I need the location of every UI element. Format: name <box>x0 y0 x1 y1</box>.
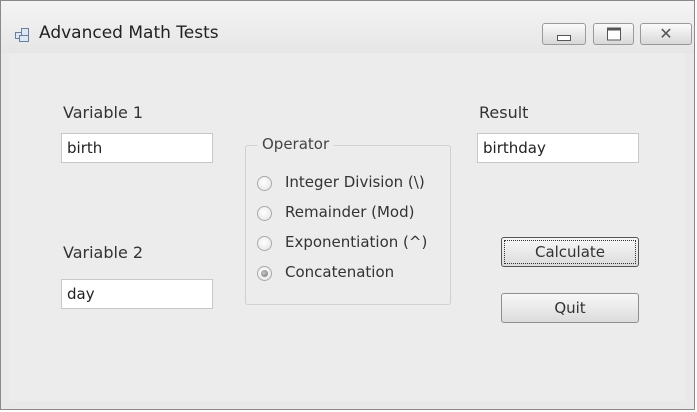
variable1-input[interactable]: birth <box>61 133 213 163</box>
variable2-input[interactable]: day <box>61 279 213 309</box>
title-bar[interactable]: Advanced Math Tests ✕ <box>1 1 694 53</box>
radio-button[interactable] <box>257 206 272 221</box>
radio-button[interactable] <box>257 236 272 251</box>
minimize-icon <box>557 35 571 41</box>
radio-label: Remainder (Mod) <box>285 203 415 221</box>
quit-button-label: Quit <box>554 299 586 317</box>
form-client-area: Variable 1 birth Variable 2 day Result b… <box>9 53 686 401</box>
radio-button-selected[interactable] <box>257 266 272 281</box>
focus-ring <box>504 240 636 264</box>
maximize-icon <box>606 27 621 41</box>
operator-groupbox <box>245 145 451 305</box>
operator-legend: Operator <box>257 135 335 153</box>
result-label: Result <box>479 103 529 122</box>
calculate-button[interactable]: Calculate <box>501 237 639 267</box>
minimize-button[interactable] <box>542 23 586 45</box>
result-output[interactable]: birthday <box>477 133 639 163</box>
close-icon: ✕ <box>659 24 673 43</box>
radio-label: Concatenation <box>285 263 395 281</box>
app-window: Advanced Math Tests ✕ Variable 1 birth V… <box>0 0 695 410</box>
app-icon <box>15 28 29 42</box>
quit-button[interactable]: Quit <box>501 293 639 323</box>
radio-button[interactable] <box>257 176 272 191</box>
variable2-label: Variable 2 <box>63 243 144 262</box>
radio-label: Exponentiation (^) <box>285 233 428 251</box>
radio-label: Integer Division (\) <box>285 173 425 191</box>
variable1-label: Variable 1 <box>63 103 144 122</box>
close-button[interactable]: ✕ <box>640 23 692 45</box>
maximize-button[interactable] <box>593 23 634 45</box>
window-title: Advanced Math Tests <box>39 23 219 43</box>
